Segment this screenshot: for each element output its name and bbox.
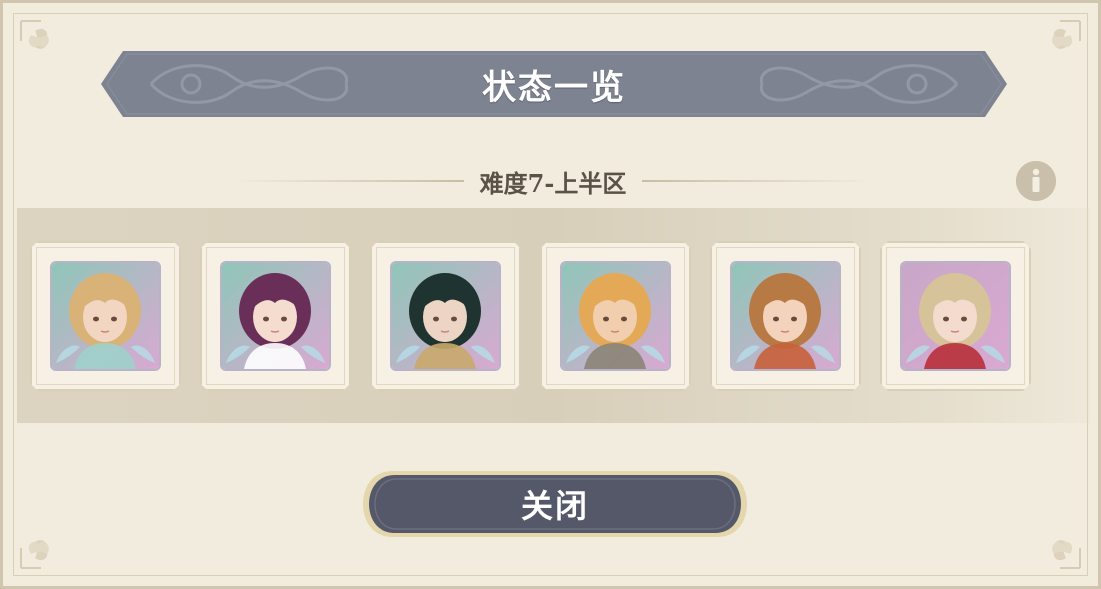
corner-ornament-icon	[1052, 20, 1081, 49]
character-avatar-icon	[392, 263, 499, 369]
character-avatar-icon	[902, 263, 1009, 369]
status-dialog: 状态一览 难度7-上半区 关闭	[0, 0, 1101, 589]
difficulty-header: 难度7-上半区	[233, 163, 874, 199]
character-portrait	[50, 261, 161, 371]
character-avatar-icon	[562, 263, 669, 369]
character-list	[30, 241, 1031, 391]
character-card[interactable]	[710, 241, 861, 391]
close-button-label: 关闭	[520, 487, 589, 525]
character-avatar-icon	[222, 263, 329, 369]
character-card[interactable]	[370, 241, 521, 391]
character-avatar-icon	[52, 263, 159, 369]
character-portrait	[560, 261, 671, 371]
character-avatar-icon	[732, 263, 839, 369]
character-portrait	[730, 261, 841, 371]
character-portrait	[220, 261, 331, 371]
dialog-title: 状态一览	[482, 67, 626, 108]
divider-left	[233, 180, 464, 182]
difficulty-label: 难度7-上半区	[479, 168, 627, 198]
character-card[interactable]	[200, 241, 351, 391]
character-card[interactable]	[30, 241, 181, 391]
title-banner: 状态一览	[101, 51, 1007, 117]
corner-ornament-icon	[20, 20, 49, 49]
character-portrait	[900, 261, 1011, 371]
info-icon[interactable]	[1016, 161, 1056, 201]
character-portrait	[390, 261, 501, 371]
character-card[interactable]	[880, 241, 1031, 391]
corner-ornament-icon	[20, 540, 49, 569]
character-card[interactable]	[540, 241, 691, 391]
corner-ornament-icon	[1052, 540, 1081, 569]
divider-right	[642, 180, 874, 182]
close-button[interactable]: 关闭	[363, 469, 747, 539]
